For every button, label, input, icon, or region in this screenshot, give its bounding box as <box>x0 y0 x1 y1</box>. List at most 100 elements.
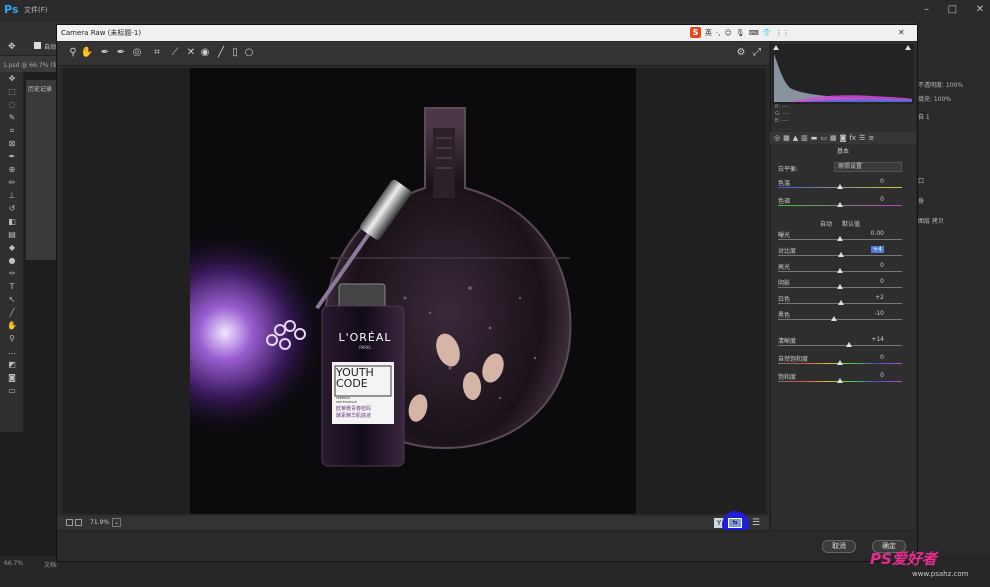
presets-tab-icon[interactable]: ☰ <box>859 134 865 142</box>
slider-track[interactable] <box>778 345 902 346</box>
graduated-filter-icon[interactable]: ▯ <box>228 46 242 60</box>
move-tool-icon[interactable]: ✥ <box>0 72 24 85</box>
zoom-in-icon[interactable] <box>75 519 82 526</box>
shadow-clipping-icon[interactable] <box>773 45 779 50</box>
effects-tab-icon[interactable]: ▦ <box>830 134 837 142</box>
layer-item[interactable]: 口 <box>918 176 924 185</box>
slider-knob[interactable] <box>837 184 843 189</box>
crop-tool-icon[interactable]: ⌗ <box>150 46 164 60</box>
layer-item[interactable]: 身 <box>918 196 924 205</box>
sogou-icon[interactable]: S <box>690 27 701 38</box>
marquee-tool-icon[interactable]: ⬚ <box>0 85 24 98</box>
history-brush-icon[interactable]: ↺ <box>0 202 24 215</box>
frame-tool-icon[interactable]: ⊠ <box>0 137 24 150</box>
path-select-icon[interactable]: ↖ <box>0 293 24 306</box>
pen-tool-icon[interactable]: ✑ <box>0 267 24 280</box>
slider-value[interactable]: -10 <box>874 310 884 317</box>
slider-knob[interactable] <box>837 202 843 207</box>
color-sampler-icon[interactable]: ✒ <box>114 46 128 60</box>
slider-value[interactable]: 0.00 <box>871 230 884 237</box>
zoom-dropdown-icon[interactable]: ⌄ <box>112 518 121 527</box>
slider-value[interactable]: +4 <box>871 246 884 253</box>
slider-knob[interactable] <box>831 316 837 321</box>
shirt-icon[interactable]: 👕 <box>763 29 772 37</box>
slider-knob[interactable] <box>837 236 843 241</box>
zoom-tool-icon[interactable]: ⚲ <box>0 332 24 345</box>
zoom-status[interactable]: 66.7% <box>4 560 23 567</box>
fx-tab-icon[interactable]: fx <box>849 134 856 142</box>
radial-filter-icon[interactable]: ○ <box>242 46 256 60</box>
camera-calibration-tab-icon[interactable]: ◙ <box>840 134 847 142</box>
slider-value[interactable]: +14 <box>871 336 884 343</box>
healing-tool-icon[interactable]: ⊕ <box>0 163 24 176</box>
slider-knob[interactable] <box>846 342 852 347</box>
lens-tab-icon[interactable]: ▭ <box>820 134 827 142</box>
snapshots-tab-icon[interactable]: ≡ <box>868 134 874 142</box>
preferences-icon[interactable]: ⚙ <box>734 46 748 60</box>
auto-select-checkbox[interactable] <box>34 42 41 49</box>
fullscreen-icon[interactable]: ⤢ <box>750 46 764 60</box>
split-toning-tab-icon[interactable]: ▬ <box>811 134 818 142</box>
stamp-tool-icon[interactable]: ⊥ <box>0 189 24 202</box>
close-icon[interactable]: ✕ <box>898 28 905 37</box>
screen-mode-icon[interactable]: ▭ <box>0 384 24 397</box>
blur-tool-icon[interactable]: ◆ <box>0 241 24 254</box>
white-balance-select[interactable]: 原照设置 <box>834 162 902 172</box>
slider-value[interactable]: 0 <box>880 196 884 203</box>
slider-value[interactable]: 0 <box>880 278 884 285</box>
tone-curve-tab-icon[interactable]: ▦ <box>783 134 790 142</box>
adjustment-brush-icon[interactable]: ╱ <box>214 46 228 60</box>
ime-language[interactable]: 英 <box>705 28 712 38</box>
slider-track[interactable] <box>778 319 902 320</box>
brush-tool-icon[interactable]: ✏ <box>0 176 24 189</box>
mic-icon[interactable]: 🎙 <box>736 29 745 37</box>
eyedropper-tool-icon[interactable]: ✒ <box>0 150 24 163</box>
zoom-out-icon[interactable] <box>66 519 73 526</box>
auto-link[interactable]: 自动 <box>820 219 832 228</box>
emoji-icon[interactable]: ☺ <box>724 29 731 37</box>
shape-tool-icon[interactable]: ╱ <box>0 306 24 319</box>
slider-value[interactable]: 0 <box>880 178 884 185</box>
spot-removal-icon[interactable]: ✕ <box>184 46 198 60</box>
slider-value[interactable]: 0 <box>880 354 884 361</box>
close-icon[interactable]: ✕ <box>976 4 984 18</box>
slider-value[interactable]: +2 <box>875 294 884 301</box>
before-after-toggle[interactable]: ⇆ <box>728 518 742 528</box>
move-tool-icon[interactable]: ✥ <box>8 42 16 52</box>
cancel-button[interactable]: 取消 <box>822 540 856 553</box>
slider-knob[interactable] <box>837 378 843 383</box>
slider-knob[interactable] <box>837 268 843 273</box>
slider-value[interactable]: 0 <box>880 262 884 269</box>
eraser-tool-icon[interactable]: ◧ <box>0 215 24 228</box>
hand-tool-icon[interactable]: ✋ <box>0 319 24 332</box>
minimize-icon[interactable]: – <box>924 4 929 18</box>
crop-tool-icon[interactable]: ⌗ <box>0 124 24 137</box>
lasso-tool-icon[interactable]: ◌ <box>0 98 24 111</box>
fill-label[interactable]: 填充: 100% <box>918 94 951 103</box>
zoom-level[interactable]: 71.9% <box>90 519 109 526</box>
straighten-tool-icon[interactable]: ⟋ <box>168 46 182 60</box>
basic-tab-icon[interactable]: ◎ <box>774 134 780 142</box>
white-balance-tool-icon[interactable]: ✒ <box>98 46 112 60</box>
grid-icon[interactable]: ⋮⋮ <box>775 29 789 37</box>
keyboard-icon[interactable]: ⌨ <box>749 29 759 37</box>
slider-knob[interactable] <box>838 252 844 257</box>
opacity-label[interactable]: 不透明度: 100% <box>918 80 963 89</box>
layer-item[interactable]: 自 1 <box>918 112 930 121</box>
detail-tab-icon[interactable]: ▲ <box>793 134 798 142</box>
targeted-adjust-icon[interactable]: ◎ <box>130 46 144 60</box>
slider-knob[interactable] <box>837 360 843 365</box>
quickmask-icon[interactable]: ◙ <box>0 371 24 384</box>
type-tool-icon[interactable]: T <box>0 280 24 293</box>
maximize-icon[interactable]: □ <box>948 4 957 18</box>
default-link[interactable]: 默认值 <box>842 219 860 228</box>
quick-select-tool-icon[interactable]: ✎ <box>0 111 24 124</box>
gradient-tool-icon[interactable]: ▤ <box>0 228 24 241</box>
red-eye-icon[interactable]: ◉ <box>198 46 212 60</box>
highlight-clipping-icon[interactable] <box>905 45 911 50</box>
slider-value[interactable]: 0 <box>880 372 884 379</box>
punctuation-icon[interactable]: ·, <box>716 29 720 37</box>
hand-tool-icon[interactable]: ✋ <box>80 46 94 60</box>
layer-item[interactable]: 图层 拷贝 <box>918 216 944 225</box>
slider-knob[interactable] <box>837 284 843 289</box>
